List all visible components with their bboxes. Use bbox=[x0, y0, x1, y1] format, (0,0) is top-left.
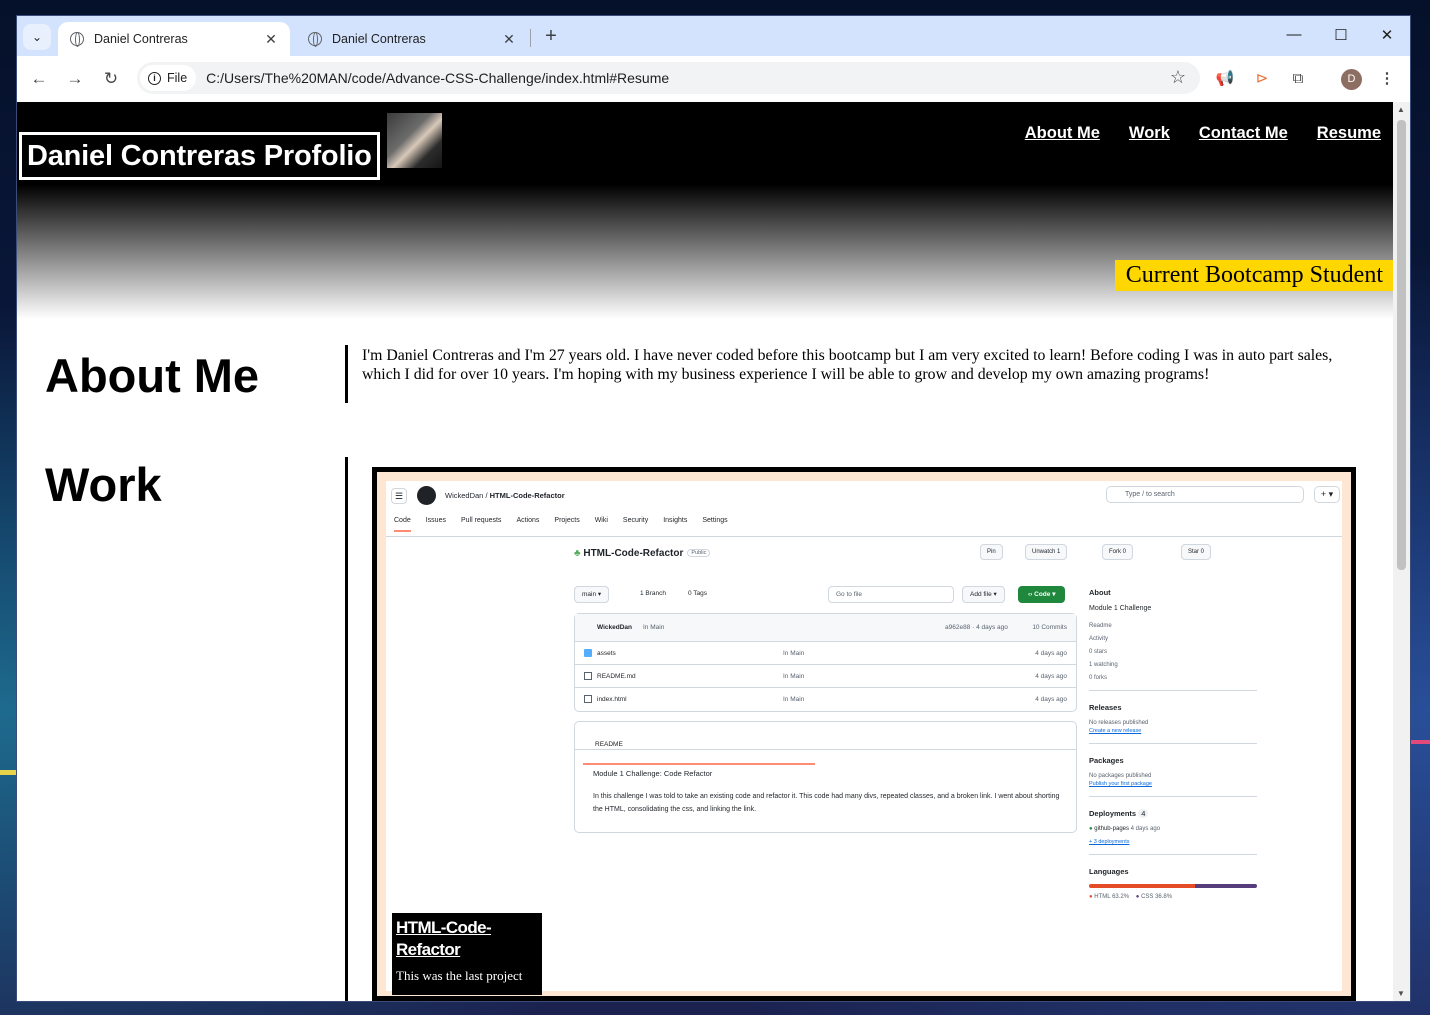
extensions-icon[interactable]: ⧉ bbox=[1287, 68, 1309, 90]
work-divider bbox=[345, 457, 348, 1001]
tab-inactive[interactable]: Daniel Contreras ✕ bbox=[296, 22, 528, 56]
desktop-accent-left bbox=[0, 770, 17, 775]
nav-link-work[interactable]: Work bbox=[1129, 124, 1170, 143]
table-row: index.html In Main 4 days ago bbox=[575, 688, 1076, 711]
gh-breadcrumb: WickedDan / HTML-Code-Refactor bbox=[445, 491, 565, 500]
gh-commit-row: WickedDan In Main a962e88 · 4 days ago 1… bbox=[575, 614, 1076, 642]
gh-repo-title: ♣ HTML-Code-Refactor Public bbox=[574, 548, 711, 559]
scroll-up-icon[interactable]: ▲ bbox=[1397, 105, 1405, 114]
bookmark-star-icon[interactable]: ☆ bbox=[1170, 67, 1186, 88]
gh-star-button: Star 0 bbox=[1181, 544, 1212, 560]
scroll-thumb[interactable] bbox=[1397, 120, 1406, 570]
site-brand: Daniel Contreras Profolio bbox=[19, 132, 380, 180]
nav-link-about[interactable]: About Me bbox=[1025, 124, 1100, 143]
gh-add-file: Add file ▾ bbox=[962, 586, 1005, 603]
gh-readme: README Module 1 Challenge: Code Refactor… bbox=[574, 721, 1077, 833]
nav-link-resume[interactable]: Resume bbox=[1317, 124, 1381, 143]
table-row: assets In Main 4 days ago bbox=[575, 642, 1076, 665]
work-title: Work bbox=[45, 458, 162, 511]
gh-tag-count: 0 Tags bbox=[688, 590, 708, 597]
nav-link-contact[interactable]: Contact Me bbox=[1199, 124, 1288, 143]
gh-fork-button: Fork 0 bbox=[1102, 544, 1134, 560]
page-header: Daniel Contreras Profolio About Me Work … bbox=[17, 102, 1393, 319]
plus-icon: + ▾ bbox=[1314, 486, 1340, 503]
desktop-accent-right bbox=[1410, 740, 1430, 744]
close-tab-icon[interactable]: ✕ bbox=[262, 31, 280, 48]
menu-kebab-icon[interactable]: ⋮ bbox=[1376, 68, 1398, 90]
about-text: I'm Daniel Contreras and I'm 27 years ol… bbox=[345, 345, 1365, 403]
project-link[interactable]: HTML-Code-Refactor bbox=[396, 918, 492, 959]
tab-title: Daniel Contreras bbox=[332, 32, 426, 46]
site-info-chip[interactable]: i File bbox=[140, 65, 197, 91]
github-logo-icon bbox=[417, 486, 436, 505]
minimize-button[interactable]: — bbox=[1282, 26, 1306, 43]
about-title: About Me bbox=[45, 349, 260, 402]
page-viewport: Daniel Contreras Profolio About Me Work … bbox=[17, 102, 1393, 1001]
maximize-button[interactable]: ☐ bbox=[1329, 26, 1353, 44]
back-arrow-icon[interactable]: ← bbox=[28, 68, 50, 90]
gh-go-to-file: Go to file bbox=[828, 586, 954, 603]
folder-icon bbox=[584, 649, 592, 657]
close-tab-icon[interactable]: ✕ bbox=[500, 31, 518, 48]
site-info-label: File bbox=[167, 71, 188, 85]
browser-window: ⌄ Daniel Contreras ✕ Daniel Contreras ✕ … bbox=[17, 16, 1410, 1001]
globe-icon bbox=[70, 32, 84, 47]
gh-watch-button: Unwatch 1 bbox=[1025, 544, 1068, 560]
megaphone-icon[interactable]: 📢 bbox=[1214, 68, 1236, 90]
main-nav: About Me Work Contact Me Resume bbox=[1025, 124, 1381, 143]
globe-icon bbox=[308, 32, 322, 47]
gh-search: Type / to search bbox=[1106, 486, 1304, 503]
browser-toolbar: ← → ↻ i File C:/Users/The%20MAN/code/Adv… bbox=[17, 56, 1410, 102]
url-text[interactable]: C:/Users/The%20MAN/code/Advance-CSS-Chal… bbox=[206, 70, 669, 86]
info-icon: i bbox=[148, 71, 161, 85]
gh-header: ☰ WickedDan / HTML-Code-Refactor Type / … bbox=[386, 481, 1342, 537]
file-icon bbox=[584, 695, 592, 703]
address-bar[interactable]: i File C:/Users/The%20MAN/code/Advance-C… bbox=[137, 62, 1200, 94]
tab-active[interactable]: Daniel Contreras ✕ bbox=[58, 22, 290, 56]
project-card[interactable]: ☰ WickedDan / HTML-Code-Refactor Type / … bbox=[372, 467, 1356, 1001]
project-description: This was the last project bbox=[396, 968, 523, 983]
hamburger-icon: ☰ bbox=[391, 488, 407, 504]
gh-sidebar: About Module 1 Challenge Readme Activity… bbox=[1089, 588, 1257, 907]
profile-photo bbox=[387, 113, 442, 168]
scroll-down-icon[interactable]: ▼ bbox=[1397, 989, 1405, 998]
work-section: Work ☰ WickedDan / HTML-Code-Refactor Ty… bbox=[17, 457, 1393, 1001]
project-caption: HTML-Code-Refactor This was the last pro… bbox=[392, 913, 542, 995]
tab-strip: ⌄ Daniel Contreras ✕ Daniel Contreras ✕ … bbox=[17, 16, 1410, 56]
tab-search-button[interactable]: ⌄ bbox=[23, 24, 51, 50]
gh-pin-button: Pin bbox=[980, 544, 1003, 560]
gh-repo-tabs: Code Issues Pull requests Actions Projec… bbox=[394, 517, 728, 532]
gh-file-table: WickedDan In Main a962e88 · 4 days ago 1… bbox=[574, 613, 1077, 712]
extension-play-icon[interactable]: ⊳ bbox=[1251, 68, 1273, 90]
forward-arrow-icon[interactable]: → bbox=[64, 68, 86, 90]
tab-title: Daniel Contreras bbox=[94, 32, 188, 46]
language-bar bbox=[1089, 884, 1257, 888]
table-row: README.md In Main 4 days ago bbox=[575, 665, 1076, 688]
file-icon bbox=[584, 672, 592, 680]
gh-branch-select: main ▾ bbox=[574, 586, 610, 603]
gh-branch-count: 1 Branch bbox=[640, 590, 667, 597]
about-section: About Me I'm Daniel Contreras and I'm 27… bbox=[17, 319, 1393, 457]
reload-icon[interactable]: ↻ bbox=[100, 68, 122, 90]
new-tab-button[interactable]: + bbox=[539, 25, 563, 49]
status-badge: Current Bootcamp Student bbox=[1114, 260, 1393, 291]
gh-code-button: ‹› Code ▾ bbox=[1018, 586, 1066, 603]
window-close-button[interactable]: ✕ bbox=[1375, 26, 1399, 44]
profile-avatar[interactable]: D bbox=[1341, 69, 1362, 90]
page-scrollbar[interactable]: ▲ ▼ bbox=[1393, 102, 1410, 1001]
tab-separator bbox=[530, 29, 531, 47]
